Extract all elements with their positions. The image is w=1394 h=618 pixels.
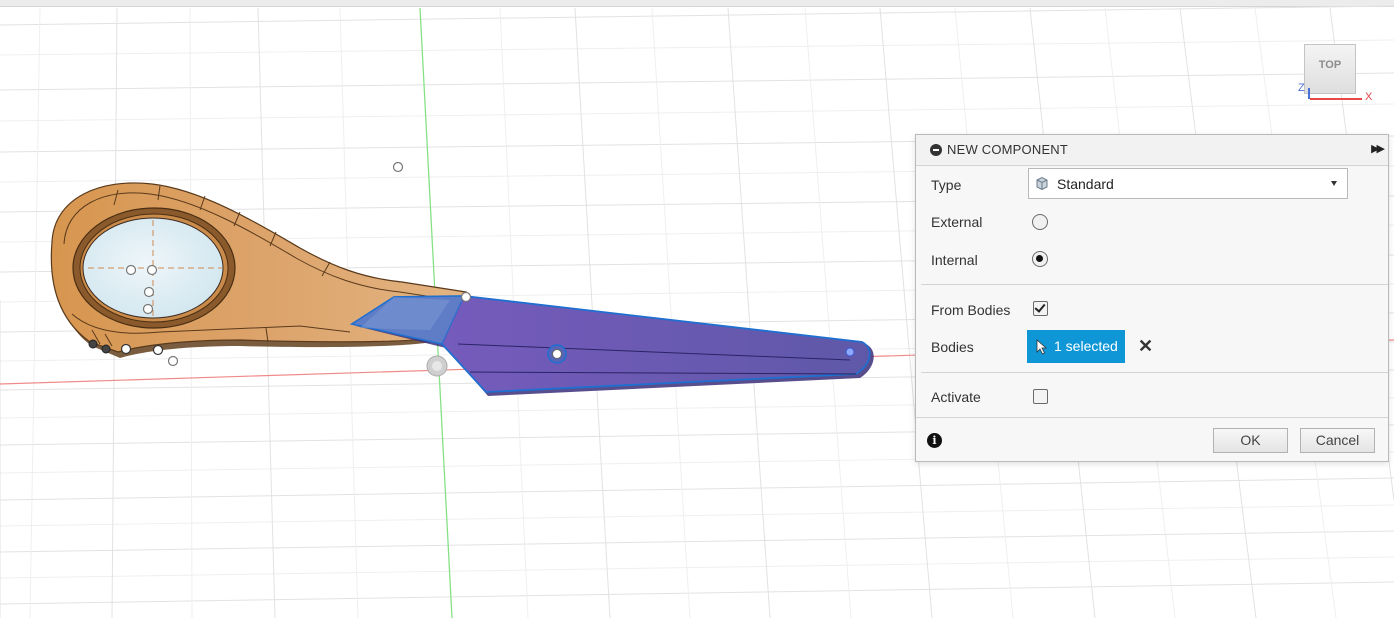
from-bodies-checkbox[interactable]	[1033, 301, 1048, 316]
dialog-header: NEW COMPONENT ▶▶	[916, 135, 1388, 166]
dialog-title: NEW COMPONENT	[947, 142, 1069, 157]
activate-label: Activate	[931, 389, 981, 405]
divider	[921, 372, 1388, 373]
blade-body-selected[interactable]	[349, 291, 874, 397]
external-radio[interactable]	[1032, 214, 1048, 230]
bodies-label: Bodies	[931, 339, 974, 355]
divider	[916, 417, 1388, 418]
z-axis-label: Z	[1298, 82, 1305, 94]
lens[interactable]	[72, 207, 236, 329]
view-cube-top-face[interactable]: TOP	[1304, 44, 1356, 94]
clear-selection-icon[interactable]: ✕	[1138, 337, 1153, 355]
pointer-cursor-icon	[1036, 339, 1048, 355]
checkmark-icon	[1034, 301, 1046, 313]
type-label: Type	[931, 177, 962, 193]
view-cube[interactable]: TOP Z X	[1296, 38, 1394, 110]
bodies-selection-count: 1 selected	[1054, 338, 1118, 354]
activate-checkbox[interactable]	[1033, 389, 1048, 404]
ok-button[interactable]: OK	[1213, 428, 1288, 453]
cancel-button[interactable]: Cancel	[1300, 428, 1375, 453]
divider	[921, 284, 1388, 285]
x-axis-indicator	[1310, 98, 1362, 100]
info-icon[interactable]: i	[927, 433, 942, 448]
x-axis-label: X	[1365, 91, 1373, 103]
bodies-selection-button[interactable]: 1 selected	[1027, 330, 1125, 363]
external-label: External	[931, 214, 983, 230]
from-bodies-label: From Bodies	[931, 302, 1011, 318]
sketch-point[interactable]	[392, 161, 404, 173]
origin-marker[interactable]	[426, 355, 448, 377]
collapse-icon[interactable]	[930, 144, 942, 156]
expand-panel-icon[interactable]: ▶▶	[1371, 142, 1385, 155]
internal-radio[interactable]	[1032, 251, 1048, 267]
type-dropdown[interactable]: Standard	[1028, 168, 1348, 199]
type-value: Standard	[1057, 176, 1114, 192]
new-component-dialog: NEW COMPONENT ▶▶ Type Standard External …	[915, 134, 1389, 462]
internal-label: Internal	[931, 252, 978, 268]
chevron-down-icon	[1331, 181, 1337, 186]
component-cube-icon	[1036, 176, 1048, 190]
